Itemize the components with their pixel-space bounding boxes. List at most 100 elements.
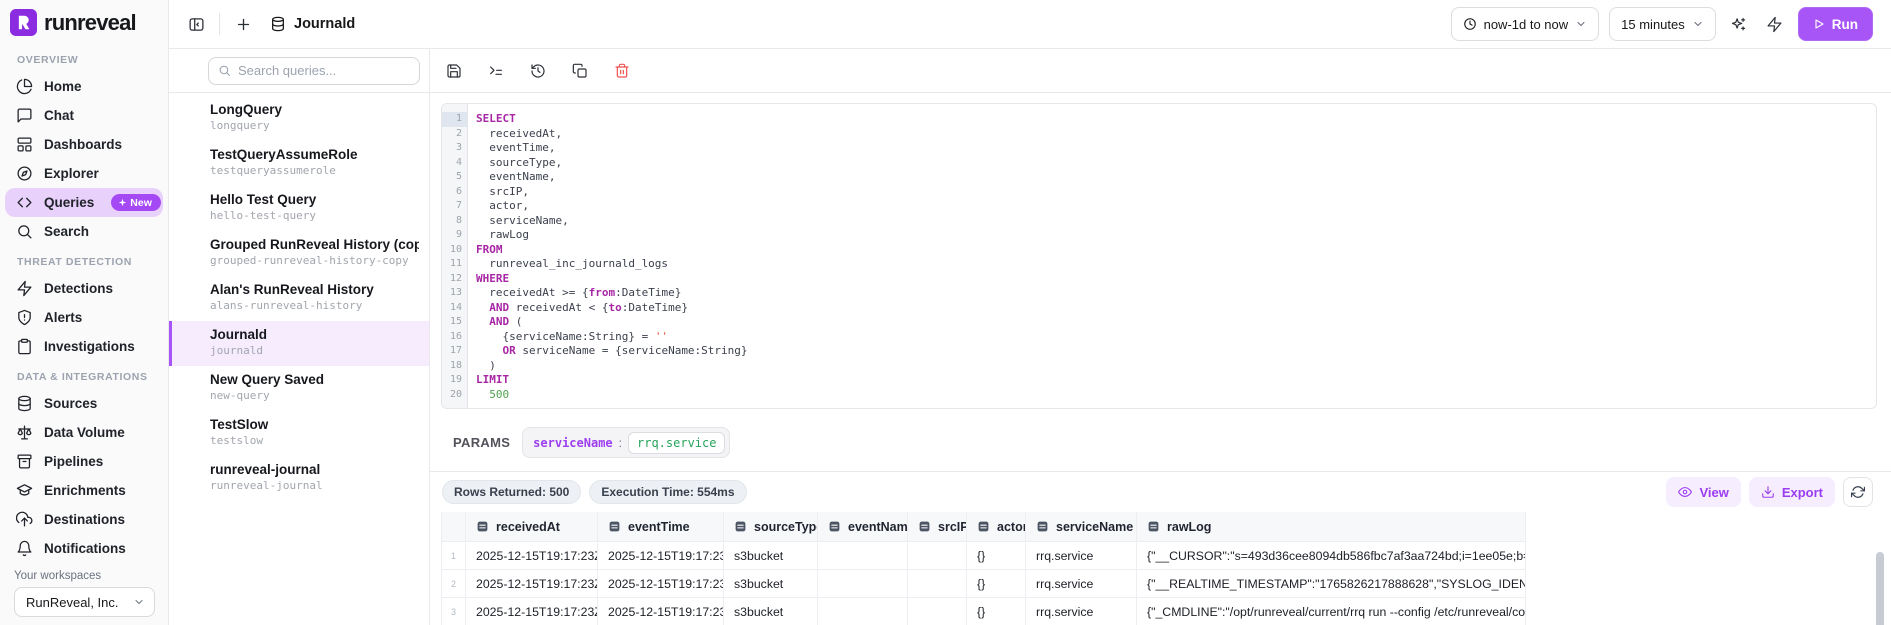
save-query-button[interactable] [441, 58, 467, 84]
query-list-item-journald[interactable]: Journald journald [169, 321, 429, 366]
line-number-gutter: 1 2 3 4 5 6 7 8 9 10 11 12 13 14 15 16 17 18 19 20 [442, 104, 468, 408]
cell-eventname[interactable] [818, 570, 908, 598]
code-line: runreveal_inc_journald_logs [476, 257, 669, 270]
cell-sourcetype[interactable]: s3bucket [724, 598, 818, 625]
cell-rawlog[interactable]: {"_CMDLINE":"/opt/runreveal/current/rrq … [1137, 598, 1526, 625]
query-title: Alan's RunReveal History [210, 282, 374, 297]
cell-rawlog[interactable]: {"__CURSOR":"s=493d36cee8094db586fbc7af3… [1137, 542, 1526, 570]
column-header-actor[interactable]: actor [967, 512, 1026, 542]
sql-editor[interactable]: 1 2 3 4 5 6 7 8 9 10 11 12 13 14 15 16 17 18 19 20 SELECT r… [441, 103, 1877, 409]
cell-receivedat[interactable]: 2025-12-15T19:17:23Z [466, 542, 598, 570]
query-list-item-new-query[interactable]: New Query Saved new-query [169, 366, 429, 411]
ai-assist-button[interactable] [1726, 11, 1752, 37]
param-pill-servicename[interactable]: serviceName : rrq.service [522, 427, 731, 458]
top-bar: Journald now-1d to now 15 minutes Run [169, 0, 1891, 49]
column-label: actor [997, 519, 1026, 534]
cell-eventname[interactable] [818, 598, 908, 625]
column-header-servicename[interactable]: serviceName [1026, 512, 1137, 542]
cell-actor[interactable]: {} [967, 570, 1026, 598]
brand-name: runreveal [44, 9, 137, 35]
cell-receivedat[interactable]: 2025-12-15T19:17:23Z [466, 598, 598, 625]
cell-eventtime[interactable]: 2025-12-15T19:17:23Z [598, 570, 724, 598]
cell-srcip[interactable] [908, 598, 967, 625]
query-list-item-hello-test-query[interactable]: Hello Test Query hello-test-query [169, 186, 429, 231]
cell-sourcetype[interactable]: s3bucket [724, 570, 818, 598]
sidebar-item-investigations[interactable]: Investigations [5, 332, 163, 361]
play-icon [1813, 18, 1825, 30]
cell-servicename[interactable]: rrq.service [1026, 542, 1137, 570]
new-tab-button[interactable] [230, 11, 256, 37]
duplicate-query-button[interactable] [567, 58, 593, 84]
cell-actor[interactable]: {} [967, 542, 1026, 570]
cell-srcip[interactable] [908, 542, 967, 570]
time-range-select[interactable]: now-1d to now [1450, 7, 1600, 41]
query-list-item-testqueryassumerole[interactable]: TestQueryAssumeRole testqueryassumerole [169, 141, 429, 186]
workspace-selector[interactable]: RunReveal, Inc. [14, 587, 155, 617]
cell-eventtime[interactable]: 2025-12-15T19:17:23Z [598, 542, 724, 570]
delete-query-button[interactable] [609, 58, 635, 84]
cell-eventtime[interactable]: 2025-12-15T19:17:23Z [598, 598, 724, 625]
terminal-prompt-icon [488, 63, 504, 79]
cell-receivedat[interactable]: 2025-12-15T19:17:23Z [466, 570, 598, 598]
cell-servicename[interactable]: rrq.service [1026, 598, 1137, 625]
query-list-item-alans-runreveal-history[interactable]: Alan's RunReveal History alans-runreveal-… [169, 276, 429, 321]
query-list-item-grouped-runreveal-history-copy[interactable]: Grouped RunReveal History (copy) grouped-… [169, 231, 429, 276]
brand-logo[interactable]: runreveal [0, 0, 168, 44]
quick-run-button[interactable] [1762, 11, 1788, 37]
run-button[interactable]: Run [1797, 7, 1873, 41]
query-list-item-longquery[interactable]: LongQuery longquery [169, 96, 429, 141]
cell-rawlog[interactable]: {"__REALTIME_TIMESTAMP":"176582621788862… [1137, 570, 1526, 598]
query-tab[interactable]: Journald [270, 16, 355, 32]
panel-toggle-button[interactable] [183, 11, 209, 37]
sidebar-item-destinations[interactable]: Destinations [5, 505, 163, 534]
sidebar-item-label: Destinations [44, 512, 126, 527]
sidebar-item-sources[interactable]: Sources [5, 389, 163, 418]
interval-select[interactable]: 15 minutes [1609, 7, 1716, 41]
code-line: FROM [476, 242, 503, 256]
results-table-wrap: receivedAt eventTime sourceType eventName sr… [430, 512, 1891, 625]
cell-actor[interactable]: {} [967, 598, 1026, 625]
column-header-eventname[interactable]: eventName [818, 512, 908, 542]
trash-icon [614, 63, 630, 79]
sidebar-item-notifications[interactable]: Notifications [5, 534, 163, 563]
row-filler [1526, 542, 1877, 570]
query-search-box[interactable] [208, 56, 420, 85]
column-label: rawLog [1167, 519, 1212, 534]
column-header-srcip[interactable]: srcIP [908, 512, 967, 542]
param-value-input[interactable]: rrq.service [628, 431, 726, 454]
query-history-button[interactable] [525, 58, 551, 84]
query-list-item-runreveal-journal[interactable]: runreveal-journal runreveal-journal [169, 456, 429, 501]
query-slug: runreveal-journal [210, 479, 323, 492]
cell-srcip[interactable] [908, 570, 967, 598]
sidebar-item-explorer[interactable]: Explorer [5, 159, 163, 188]
cell-servicename[interactable]: rrq.service [1026, 570, 1137, 598]
column-header-receivedat[interactable]: receivedAt [466, 512, 598, 542]
export-button[interactable]: Export [1748, 477, 1835, 507]
results-scrollbar[interactable] [1876, 552, 1884, 625]
sidebar-item-dashboards[interactable]: Dashboards [5, 130, 163, 159]
topbar-divider [219, 13, 220, 35]
view-label: View [1699, 484, 1729, 500]
query-list-item-testslow[interactable]: TestSlow testslow [169, 411, 429, 456]
sql-code[interactable]: SELECT receivedAt, eventTime, sourceType… [468, 104, 1876, 408]
refresh-button[interactable] [1843, 477, 1873, 507]
format-query-button[interactable] [483, 58, 509, 84]
sidebar-item-queries[interactable]: Queries New [5, 188, 163, 217]
sidebar-item-pipelines[interactable]: Pipelines [5, 447, 163, 476]
cell-eventname[interactable] [818, 542, 908, 570]
column-header-rawlog[interactable]: rawLog [1137, 512, 1526, 542]
sidebar-item-data-volume[interactable]: Data Volume [5, 418, 163, 447]
sidebar-item-alerts[interactable]: Alerts [5, 303, 163, 332]
sidebar-item-detections[interactable]: Detections [5, 274, 163, 303]
sidebar-item-chat[interactable]: Chat [5, 101, 163, 130]
sidebar-item-search[interactable]: Search [5, 217, 163, 246]
search-queries-input[interactable] [238, 63, 410, 78]
column-header-eventtime[interactable]: eventTime [598, 512, 724, 542]
code-line: AND ( [489, 315, 523, 328]
column-header-sourcetype[interactable]: sourceType [724, 512, 818, 542]
view-button[interactable]: View [1666, 477, 1741, 507]
cell-sourcetype[interactable]: s3bucket [724, 542, 818, 570]
sidebar-item-enrichments[interactable]: Enrichments [5, 476, 163, 505]
sidebar-item-home[interactable]: Home [5, 72, 163, 101]
panel-toggle-icon [188, 16, 205, 33]
